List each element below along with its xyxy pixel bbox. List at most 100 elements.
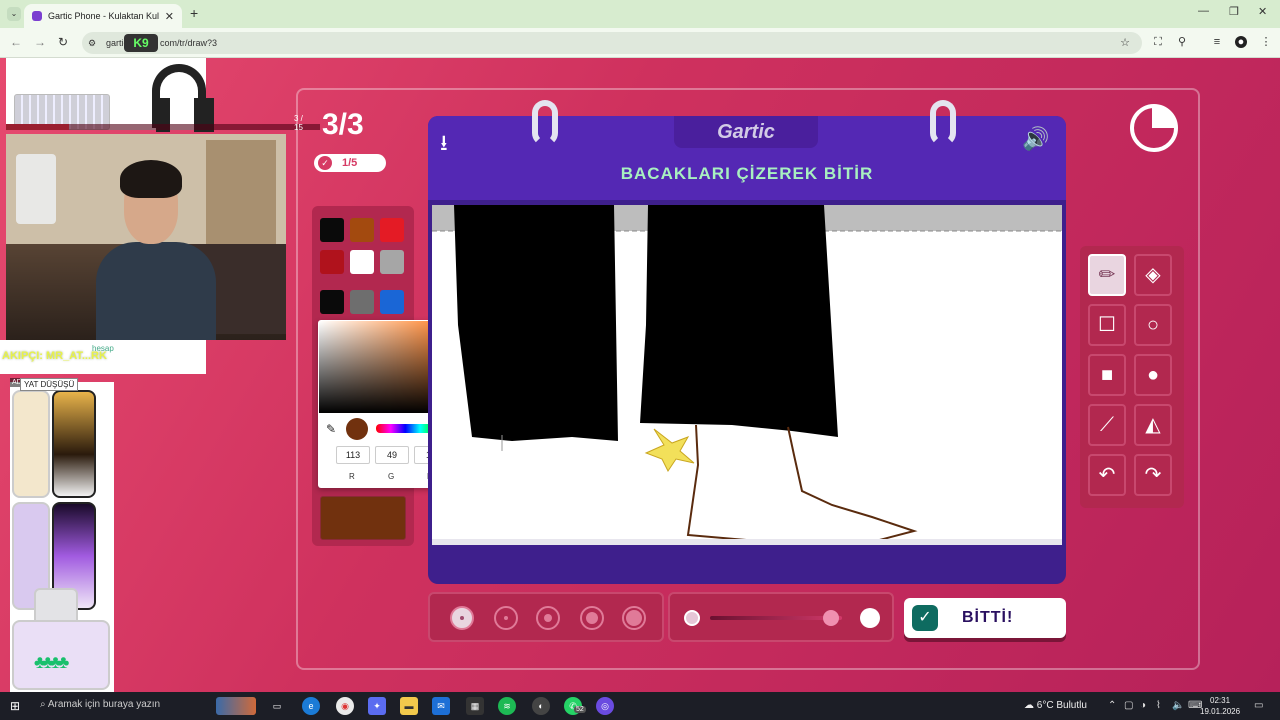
profile-avatar[interactable]: ● <box>1235 36 1247 48</box>
spotify-icon[interactable]: ≋ <box>498 697 516 715</box>
swatch-dark-red[interactable] <box>320 250 344 274</box>
edge-icon[interactable]: e <box>302 697 320 715</box>
swatch-light-gray[interactable] <box>380 250 404 274</box>
brush-size-3[interactable] <box>536 606 560 630</box>
right-trouser-leg <box>640 205 838 437</box>
swatch-white[interactable] <box>350 250 374 274</box>
swatch-red[interactable] <box>380 218 404 242</box>
tray-chevron-icon[interactable]: ⌃ <box>1108 700 1116 711</box>
browser-menu-icon[interactable]: ⋮ <box>1260 36 1272 48</box>
eyedropper-icon[interactable]: ✎ <box>326 422 336 436</box>
webcam-feed <box>6 134 286 340</box>
network-icon[interactable]: ⌇ <box>1156 700 1161 711</box>
rectangle-outline-tool-button[interactable]: ☐ <box>1088 304 1126 346</box>
sound-icon[interactable]: 🔊 <box>1022 126 1052 151</box>
outlook-icon[interactable]: ✉ <box>432 697 450 715</box>
brush-size-4[interactable] <box>580 606 604 630</box>
rectangle-filled-tool-button[interactable]: ■ <box>1088 354 1126 396</box>
stream-goal-progress <box>6 124 320 130</box>
new-tab-button[interactable]: + <box>190 5 198 21</box>
foot-outline <box>686 424 918 539</box>
red-value-input[interactable]: 113 <box>336 446 370 464</box>
rect-filled-icon: ■ <box>1100 364 1114 386</box>
pencil-tool-button[interactable]: ✏ <box>1088 254 1126 296</box>
stream-overlay: 3 / 15 AKIPÇI: MR_AT...RK hesap AD YAT D… <box>0 58 320 692</box>
done-button[interactable]: ✓ BİTTİ! <box>904 598 1066 638</box>
swatch-black[interactable] <box>320 218 344 242</box>
windows-start-icon[interactable]: ⊞ <box>10 699 24 713</box>
circle-filled-tool-button[interactable]: ● <box>1134 354 1172 396</box>
opacity-slider[interactable] <box>710 616 842 620</box>
headphones-product-image <box>152 64 214 132</box>
browser-tab-active[interactable]: Gartic Phone - Kulaktan Kulağa ✕ <box>24 4 182 28</box>
drawing-canvas[interactable] <box>432 205 1062 545</box>
redo-button[interactable]: ↷ <box>1134 454 1172 496</box>
url-suffix: com/tr/draw?3 <box>160 38 218 48</box>
brush-size-5[interactable] <box>622 606 646 630</box>
minimize-button[interactable]: — <box>1198 5 1209 17</box>
fill-tool-button[interactable]: ◭ <box>1134 404 1172 446</box>
file-explorer-icon[interactable]: ▬ <box>400 697 418 715</box>
brush-size-2[interactable] <box>494 606 518 630</box>
phone-back-image <box>12 390 50 498</box>
done-button-label: BİTTİ! <box>962 609 1014 626</box>
swatch-brown[interactable] <box>350 218 374 242</box>
gartic-logo: Gartic <box>674 116 818 148</box>
volume-icon[interactable]: 🔈 <box>1172 700 1184 711</box>
follower-ticker: AKIPÇI: MR_AT...RK hesap <box>0 340 206 374</box>
ticker-sub: hesap <box>92 344 114 353</box>
copilot-icon[interactable]: ✦ <box>368 697 386 715</box>
back-button[interactable]: ← <box>10 35 22 49</box>
bookmark-star-icon[interactable]: ☆ <box>1120 32 1130 54</box>
circle-outline-icon: ○ <box>1146 314 1160 336</box>
drawing-instruction: BACAKLARI ÇİZEREK BİTİR <box>620 164 874 183</box>
notifications-icon[interactable]: ▭ <box>1254 700 1263 711</box>
tray-app-icon[interactable]: ▢ <box>1124 700 1133 711</box>
screenshot-icon[interactable]: ⛶ <box>1152 36 1164 48</box>
picked-color-preview <box>346 418 368 440</box>
media-controls-icon[interactable]: ≡ <box>1211 36 1223 48</box>
line-tool-button[interactable]: ⟋ <box>1088 404 1126 446</box>
url-field[interactable]: ⚙ gartic K9 com/tr/draw?3 ☆ <box>82 32 1142 54</box>
players-done-count: 1/5 <box>342 157 358 169</box>
task-view-icon[interactable]: ▭ <box>268 697 286 715</box>
site-info-icon[interactable]: ⚙ <box>88 32 96 54</box>
undo-icon: ↶ <box>1098 464 1116 486</box>
swatch-blue[interactable] <box>380 290 404 314</box>
store-icon[interactable]: ▦ <box>466 697 484 715</box>
whatsapp-badge: 52 <box>574 706 586 713</box>
taskbar-clock[interactable]: 02:31 19.01.2026 <box>1200 695 1240 717</box>
notebook-ring-left <box>532 100 558 146</box>
clock-date: 19.01.2026 <box>1200 707 1241 716</box>
weather-widget[interactable]: ☁ 6°C Bulutlu <box>1024 700 1087 711</box>
current-color-swatch[interactable] <box>320 496 406 540</box>
weather-text: 6°C Bulutlu <box>1036 700 1087 711</box>
tab-close-icon[interactable]: ✕ <box>165 10 174 23</box>
eraser-tool-button[interactable]: ◈ <box>1134 254 1172 296</box>
undo-button[interactable]: ↶ <box>1088 454 1126 496</box>
opacity-slider-knob[interactable] <box>823 610 840 626</box>
tray-app-icon[interactable]: ◑ <box>1140 700 1146 711</box>
chrome-icon[interactable]: ◉ <box>336 697 354 715</box>
download-icon[interactable]: ⭳ <box>440 126 464 155</box>
check-icon: ✓ <box>318 156 332 170</box>
extensions-icon[interactable]: ⚲ <box>1176 36 1188 48</box>
brush-size-1[interactable] <box>450 606 474 630</box>
taskbar-search[interactable]: ⌕ Aramak için buraya yazın <box>40 699 160 710</box>
close-window-button[interactable]: ✕ <box>1258 5 1267 18</box>
forward-button[interactable]: → <box>34 35 46 49</box>
gartic-page: 3 / 15 AKIPÇI: MR_AT...RK hesap AD YAT D… <box>0 58 1280 692</box>
reload-button[interactable]: ↻ <box>58 35 68 49</box>
circle-filled-icon: ● <box>1146 364 1160 386</box>
circle-outline-tool-button[interactable]: ○ <box>1134 304 1172 346</box>
obs-icon[interactable]: ◎ <box>596 697 614 715</box>
ad-promo-label: YAT DÜŞÜŞÜ <box>20 378 79 391</box>
swatch-black-2[interactable] <box>320 290 344 314</box>
restore-button[interactable]: ❐ <box>1229 5 1239 18</box>
green-value-input[interactable]: 49 <box>375 446 409 464</box>
app-icon[interactable]: ◐ <box>532 697 550 715</box>
star-doodle <box>644 428 695 472</box>
tab-search-button[interactable]: ⌄ <box>7 7 21 21</box>
widgets-icon[interactable] <box>216 697 256 715</box>
swatch-gray[interactable] <box>350 290 374 314</box>
